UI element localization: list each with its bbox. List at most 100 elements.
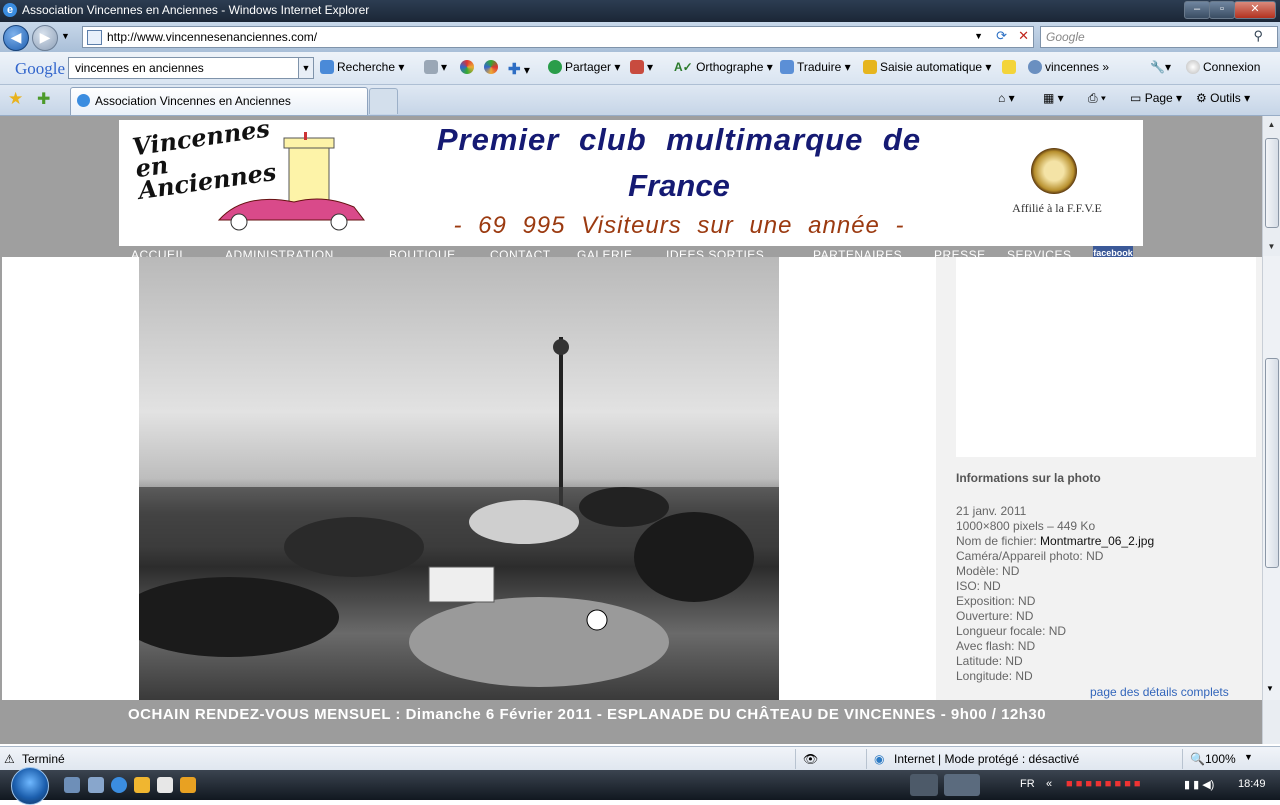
headline-line-1: Premier club multimarque de [436, 122, 922, 157]
tray-chevron-icon[interactable]: « [1046, 778, 1052, 790]
page-icon: ▭ [1130, 91, 1142, 105]
clock[interactable]: 18:49 [1238, 778, 1266, 790]
refresh-icon[interactable]: ⟳ [996, 28, 1007, 44]
internet-zone-icon: ◉ [874, 752, 885, 766]
search-icon[interactable]: ⚲ [1253, 28, 1263, 44]
security-zone[interactable]: Internet | Mode protégé : désactivé [894, 752, 1079, 766]
close-button[interactable]: ✕ [1234, 1, 1276, 19]
address-dropdown-icon[interactable]: ▼ [974, 31, 983, 41]
app-quicklaunch-icon[interactable] [134, 777, 150, 793]
share-button[interactable]: Partager ▾ [548, 60, 620, 74]
autofill-pencil-icon [863, 60, 877, 74]
search-term-vincennes[interactable]: vincennes » [1028, 60, 1109, 74]
add-favorite-icon[interactable]: ✚ [37, 89, 50, 109]
photo-latitude: Latitude: ND [956, 654, 1023, 668]
frame-scrollbar[interactable]: ▼ [1262, 256, 1280, 700]
google-search-input[interactable]: vincennes en anciennes ▼ [68, 57, 314, 79]
photo-date: 21 janv. 2011 [956, 504, 1027, 518]
left-margin [2, 257, 139, 700]
popup-blocker-icon [630, 60, 644, 74]
maximize-button[interactable]: ▫ [1209, 1, 1235, 19]
tab-title: Association Vincennes en Anciennes [95, 94, 291, 108]
google-spin-icon [460, 60, 474, 74]
language-indicator[interactable]: FR [1020, 778, 1035, 790]
scrollbar-thumb[interactable] [1265, 138, 1279, 228]
spellcheck-icon: A✓ [674, 60, 693, 74]
stop-icon[interactable]: ✕ [1018, 28, 1029, 44]
status-warning-icon: ⚠ [4, 752, 15, 766]
blocker-button[interactable]: ▾ [630, 60, 653, 74]
print-button[interactable]: ⎙ ▾ [1088, 91, 1106, 106]
start-button[interactable] [11, 767, 49, 805]
translate-icon [780, 60, 794, 74]
forward-button[interactable]: ▶ [32, 25, 58, 51]
frame-scroll-down-icon[interactable]: ▼ [1266, 684, 1274, 693]
google-search-button[interactable]: Recherche ▾ [320, 60, 404, 74]
wrench-icon: 🔧 [1150, 60, 1165, 74]
task-button[interactable] [910, 774, 938, 796]
highlighter-button[interactable] [1002, 60, 1019, 74]
photo-flash: Avec flash: ND [956, 639, 1036, 653]
photo-filename-row: Nom de fichier: Montmartre_06_2.jpg [956, 534, 1155, 548]
scroll-down-icon[interactable]: ▼ [1265, 242, 1278, 251]
favorites-star-icon[interactable]: ★ [8, 89, 23, 109]
search-box[interactable]: Google ⚲ [1040, 26, 1278, 48]
page-menu-button[interactable]: ▭ Page ▾ [1130, 91, 1182, 105]
status-divider [866, 749, 867, 769]
scroll-up-icon[interactable]: ▲ [1265, 120, 1278, 129]
tab-active[interactable]: Association Vincennes en Anciennes [70, 87, 368, 115]
share-icon [548, 60, 562, 74]
highlighter-icon [1002, 60, 1016, 74]
search-placeholder: Google [1046, 30, 1085, 44]
translate-button[interactable]: Traduire ▾ [780, 60, 851, 74]
history-dropdown-icon[interactable]: ▼ [61, 31, 70, 41]
back-button[interactable]: ◀ [3, 25, 29, 51]
show-desktop-icon[interactable] [64, 777, 80, 793]
tools-menu-button[interactable]: ⚙ Outils ▾ [1196, 91, 1250, 105]
gallery-photo[interactable] [139, 257, 779, 700]
tray-app-icons[interactable]: ■ ■ ■ ■ ■ ■ ■ ■ [1066, 778, 1141, 790]
zoom-icon[interactable]: 🔍 [1190, 752, 1205, 766]
address-url[interactable]: http://www.vincennesenanciennes.com/ [107, 30, 317, 44]
feeds-button[interactable]: ▦ ▾ [1043, 91, 1064, 105]
google-query[interactable]: vincennes en anciennes [75, 61, 204, 75]
gear-icon: ⚙ [1196, 91, 1207, 105]
toolbar-plus-button[interactable]: ✚ ▾ [508, 60, 530, 78]
window-title-bar: e Association Vincennes en Anciennes - W… [0, 0, 1280, 22]
address-bar[interactable]: http://www.vincennesenanciennes.com/ ▼ ⟳… [82, 26, 1034, 48]
tray-network-volume-icons[interactable]: ▮ ▮ ◀) [1184, 778, 1214, 791]
privacy-icon[interactable]: 👁 [803, 752, 818, 766]
ie-quicklaunch-icon[interactable] [111, 777, 127, 793]
address-toolbar: ◀ ▶ ▼ http://www.vincennesenanciennes.co… [0, 22, 1280, 52]
window-title: Association Vincennes en Anciennes - Win… [22, 3, 370, 17]
spellcheck-button[interactable]: A✓ Orthographe ▾ [674, 60, 773, 74]
toolbar-spin-button-2[interactable] [484, 60, 501, 74]
settings-wrench-button[interactable]: 🔧▾ [1150, 60, 1171, 74]
ebay-quicklaunch-icon[interactable] [157, 777, 173, 793]
zoom-dropdown-icon[interactable]: ▼ [1244, 752, 1253, 762]
google-query-dropdown-icon[interactable]: ▼ [298, 58, 313, 78]
full-details-link[interactable]: page des détails complets [1090, 685, 1229, 699]
page-icon [87, 30, 102, 45]
photo-map-frame [956, 257, 1256, 457]
google-bookmarks-icon [484, 60, 498, 74]
zoom-level[interactable]: 100% [1205, 752, 1236, 766]
home-button[interactable]: ⌂ ▾ [998, 91, 1015, 105]
taskbar: FR « ■ ■ ■ ■ ■ ■ ■ ■ ▮ ▮ ◀) 18:49 [0, 767, 1280, 805]
ticker-text: OCHAIN RENDEZ-VOUS MENSUEL : Dimanche 6 … [128, 706, 1047, 723]
sign-in-button[interactable]: Connexion [1186, 60, 1260, 74]
toolbar-news-button[interactable]: ▾ [424, 60, 447, 74]
ie-task-button[interactable] [944, 774, 980, 796]
autofill-button[interactable]: Saisie automatique ▾ [863, 60, 991, 74]
frame-scrollbar-thumb[interactable] [1265, 358, 1279, 568]
photo-info-title: Informations sur la photo [956, 471, 1101, 485]
toolbar-spin-button-1[interactable] [460, 60, 477, 74]
new-tab-button[interactable] [369, 88, 398, 114]
switch-windows-icon[interactable] [88, 777, 104, 793]
minimize-button[interactable]: – [1184, 1, 1210, 19]
news-ticker: OCHAIN RENDEZ-VOUS MENSUEL : Dimanche 6 … [0, 700, 1262, 744]
plus-icon: ✚ [508, 61, 521, 78]
media-quicklaunch-icon[interactable] [180, 777, 196, 793]
content-gap [779, 257, 936, 700]
status-divider [1182, 749, 1183, 769]
